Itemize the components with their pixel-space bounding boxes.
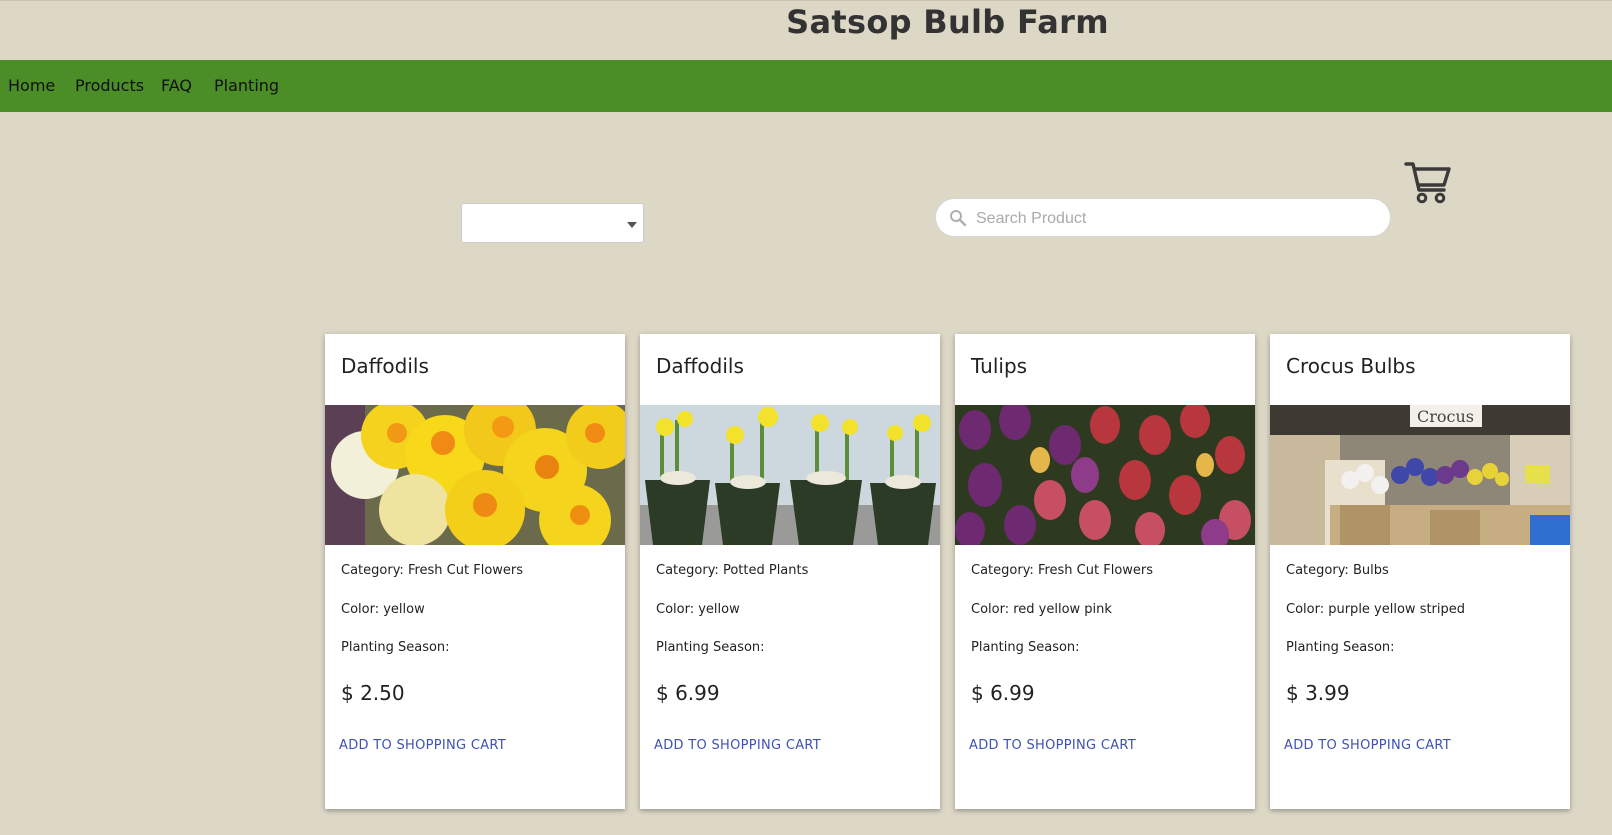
search-box [935, 198, 1391, 238]
crocus-sign-text: Crocus [1417, 407, 1474, 426]
search-icon [950, 210, 967, 227]
product-color: Color: purple yellow striped [1286, 602, 1466, 617]
add-to-cart-button[interactable]: ADD TO SHOPPING CART [331, 732, 514, 759]
nav-planting[interactable]: Planting [214, 60, 279, 112]
product-card: Crocus Bulbs Crocus Category: Bulbs Colo… [1270, 334, 1570, 809]
chevron-down-icon [627, 222, 637, 228]
site-title: Satsop Bulb Farm [786, 3, 1109, 41]
product-category: Category: Fresh Cut Flowers [341, 563, 524, 578]
product-price: $ 6.99 [656, 681, 720, 705]
product-color: Color: yellow [341, 602, 425, 617]
product-planting-season: Planting Season: [1286, 640, 1395, 655]
nav-home[interactable]: Home [8, 60, 55, 112]
search-input[interactable] [974, 199, 1378, 238]
product-color: Color: yellow [656, 602, 740, 617]
nav-faq[interactable]: FAQ [161, 60, 192, 112]
product-price: $ 3.99 [1286, 681, 1350, 705]
site-header: Satsop Bulb Farm [0, 0, 1612, 60]
product-price: $ 6.99 [971, 681, 1035, 705]
product-planting-season: Planting Season: [341, 640, 450, 655]
product-image: Crocus [1270, 405, 1570, 545]
add-to-cart-button[interactable]: ADD TO SHOPPING CART [646, 732, 829, 759]
product-category: Category: Potted Plants [656, 563, 809, 578]
nav-products[interactable]: Products [75, 60, 144, 112]
product-title: Daffodils [341, 354, 429, 378]
add-to-cart-button[interactable]: ADD TO SHOPPING CART [961, 732, 1144, 759]
product-card: Daffodils Category: Fresh Cut Flowers Co… [325, 334, 625, 809]
product-price: $ 2.50 [341, 681, 405, 705]
product-category: Category: Fresh Cut Flowers [971, 563, 1154, 578]
product-title: Daffodils [656, 354, 744, 378]
product-image [325, 405, 625, 545]
product-category: Category: Bulbs [1286, 563, 1389, 578]
main-navbar: Home Products FAQ Planting [0, 60, 1612, 112]
product-image [955, 405, 1255, 545]
product-card: Tulips Category: Fresh Cut Flowers Color… [955, 334, 1255, 809]
product-color: Color: red yellow pink [971, 602, 1112, 617]
product-title: Tulips [971, 354, 1028, 378]
product-image [640, 405, 940, 545]
product-card: Daffodils Category: Potted Plants Color:… [640, 334, 940, 809]
product-planting-season: Planting Season: [971, 640, 1080, 655]
product-planting-season: Planting Season: [656, 640, 765, 655]
shopping-cart-icon[interactable] [1404, 160, 1452, 206]
category-select[interactable] [461, 203, 644, 243]
product-title: Crocus Bulbs [1286, 354, 1416, 378]
add-to-cart-button[interactable]: ADD TO SHOPPING CART [1276, 732, 1459, 759]
